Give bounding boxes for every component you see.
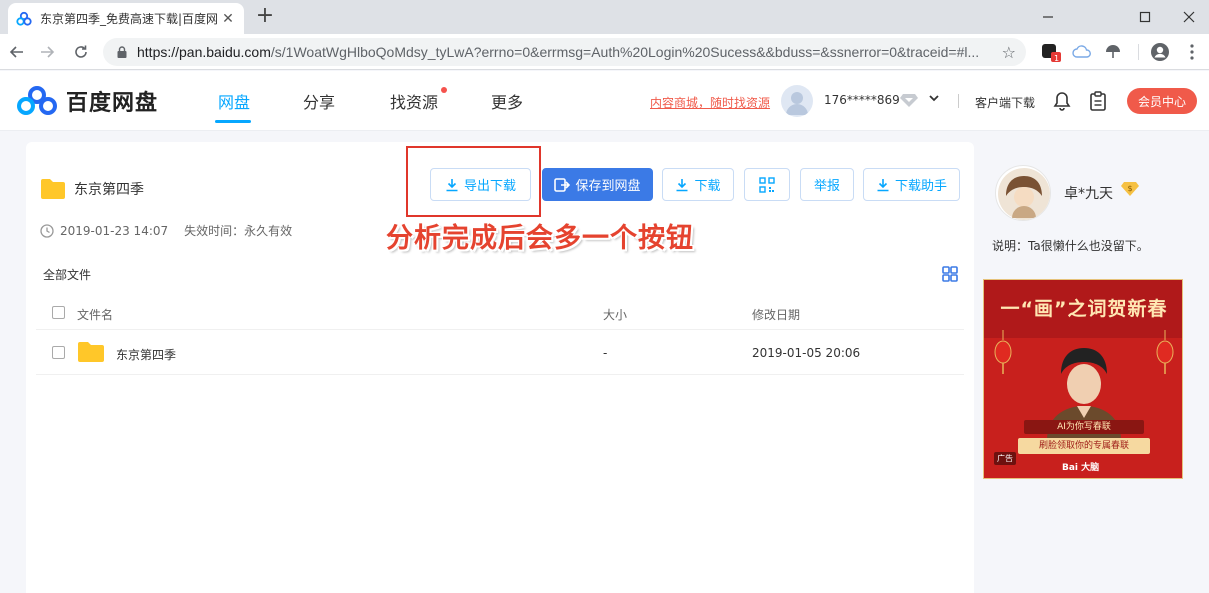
ad-label: 广告	[994, 452, 1016, 465]
sharer-avatar[interactable]	[995, 165, 1051, 221]
browser-tab-bar: 东京第四季_免费高速下载|百度网 ✕ +	[0, 0, 1209, 34]
file-table-header: 文件名 大小 修改日期	[36, 296, 964, 330]
vip-badge-icon: $	[1121, 182, 1139, 196]
download-icon	[676, 178, 688, 191]
share-expire: 失效时间：永久有效	[184, 224, 293, 238]
forward-arrow-icon[interactable]	[35, 40, 59, 64]
share-folder-name: 东京第四季	[74, 182, 144, 198]
minimize-window-icon[interactable]	[1025, 0, 1071, 34]
chevron-down-icon[interactable]	[928, 92, 940, 107]
browser-menu-icon[interactable]	[1181, 41, 1203, 63]
save-to-pan-button[interactable]: 保存到网盘	[542, 168, 653, 201]
folder-icon	[78, 342, 104, 362]
ad-subtitle: AI为你写春联	[1024, 420, 1144, 434]
lock-icon	[117, 46, 127, 58]
site-header: 百度网盘 网盘 分享 找资源 更多 内容商城，随时找资源 176*****869…	[0, 71, 1209, 131]
save-icon	[554, 177, 571, 192]
column-date[interactable]: 修改日期	[752, 306, 800, 323]
file-date: 2019-01-05 20:06	[752, 346, 861, 360]
username[interactable]: 176*****869	[824, 93, 900, 107]
browser-tab-title: 东京第四季_免费高速下载|百度网	[40, 12, 219, 26]
extension-badge-count: 1	[1054, 54, 1060, 63]
close-tab-icon[interactable]: ✕	[220, 11, 236, 27]
cloud-extension-icon[interactable]	[1071, 41, 1093, 63]
profile-icon[interactable]	[1149, 41, 1171, 63]
new-tab-button[interactable]: +	[252, 4, 278, 30]
bookmark-star-icon[interactable]: ☆	[1002, 43, 1016, 62]
advertisement-banner[interactable]: 一“画”之词贺新春 AI为你写春联 刷脸领取你的专属春联 广告 Bai 大脑	[983, 279, 1183, 479]
annotation-text: 分析完成后会多一个按钮	[386, 223, 694, 254]
close-window-icon[interactable]	[1166, 0, 1209, 34]
grid-view-icon[interactable]	[942, 266, 958, 282]
browser-toolbar: https://pan.baidu.com/s/1WoatWgHlboQoMds…	[0, 34, 1209, 70]
column-name[interactable]: 文件名	[77, 306, 113, 323]
vip-center-button[interactable]: 会员中心	[1127, 88, 1197, 114]
share-date: 2019-01-23 14:07	[60, 223, 169, 238]
bell-icon[interactable]	[1053, 91, 1071, 111]
back-arrow-icon[interactable]	[5, 40, 29, 64]
maximize-window-icon[interactable]	[1122, 0, 1168, 34]
share-meta: 2019-01-23 14:07 失效时间：永久有效	[40, 222, 292, 239]
ad-cta[interactable]: 刷脸领取你的专属春联	[1018, 438, 1150, 454]
sharer-sidebar: 卓*九天 $ 说明：Ta很懒什么也没留下。 一“画”之词贺新春 AI为你写春联 …	[975, 142, 1209, 593]
file-size: -	[603, 346, 608, 360]
ad-brand-logo: Bai 大脑	[1062, 463, 1100, 473]
download-button[interactable]: 下载	[662, 168, 734, 201]
share-folder-title: 东京第四季	[40, 178, 144, 200]
clock-icon	[40, 223, 54, 238]
user-avatar[interactable]	[781, 85, 813, 117]
nav-share[interactable]: 分享	[303, 71, 335, 131]
content-mall-link[interactable]: 内容商城，随时找资源	[650, 94, 770, 111]
lantern-left-icon	[994, 330, 1012, 374]
sharer-name: 卓*九天	[1064, 186, 1113, 202]
nav-active-underline	[215, 120, 251, 123]
row-checkbox[interactable]	[52, 346, 65, 359]
file-name[interactable]: 东京第四季	[116, 346, 176, 363]
svg-text:$: $	[1127, 184, 1132, 193]
nav-more[interactable]: 更多	[491, 71, 523, 131]
all-files-breadcrumb[interactable]: 全部文件	[43, 266, 91, 283]
ad-title: 一“画”之词贺新春	[1000, 298, 1168, 320]
address-bar[interactable]: https://pan.baidu.com/s/1WoatWgHlboQoMds…	[103, 38, 1026, 66]
download-icon	[877, 178, 889, 191]
diamond-icon	[900, 94, 918, 107]
select-all-checkbox[interactable]	[52, 306, 65, 319]
sharer-description: 说明：Ta很懒什么也没留下。	[992, 239, 1149, 253]
clipboard-icon[interactable]	[1089, 91, 1107, 111]
qrcode-icon	[759, 176, 775, 193]
reload-icon[interactable]	[69, 40, 93, 64]
logo-text: 百度网盘	[66, 91, 159, 116]
lantern-right-icon	[1156, 330, 1174, 374]
client-download-link[interactable]: 客户端下载	[975, 94, 1035, 111]
browser-tab[interactable]: 东京第四季_免费高速下载|百度网 ✕	[8, 3, 244, 34]
nav-find-resources[interactable]: 找资源	[390, 71, 438, 131]
annotation-highlight-box	[406, 146, 541, 217]
share-panel: 东京第四季 2019-01-23 14:07 失效时间：永久有效 导出下载 保存…	[26, 142, 974, 593]
url-text: https://pan.baidu.com/s/1WoatWgHlboQoMds…	[137, 44, 980, 60]
download-helper-button[interactable]: 下载助手	[863, 168, 960, 201]
qrcode-button[interactable]	[744, 168, 790, 201]
table-row[interactable]: 东京第四季 - 2019-01-05 20:06	[36, 331, 964, 375]
baidu-pan-logo-icon	[17, 86, 57, 115]
baidu-pan-favicon-icon	[16, 11, 32, 26]
header-divider	[958, 94, 959, 108]
column-size[interactable]: 大小	[603, 306, 627, 323]
baidu-pan-logo[interactable]: 百度网盘	[14, 85, 158, 117]
umbrella-extension-icon[interactable]	[1102, 41, 1124, 63]
folder-icon	[41, 179, 65, 199]
report-button[interactable]: 举报	[800, 168, 854, 201]
toolbar-divider	[1138, 44, 1139, 60]
notification-dot	[441, 87, 447, 93]
